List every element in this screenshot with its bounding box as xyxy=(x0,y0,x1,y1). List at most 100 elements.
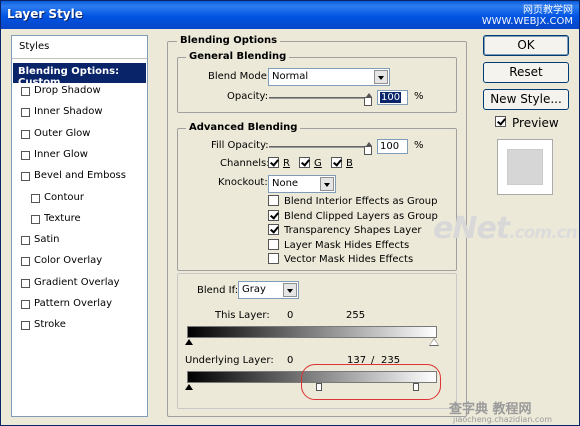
reset-button[interactable]: Reset xyxy=(483,62,569,83)
opacity-slider-thumb[interactable] xyxy=(364,93,372,106)
style-preview-thumbnail xyxy=(497,139,553,195)
sidebar-item-checkbox[interactable] xyxy=(21,108,30,118)
sidebar-item-checkbox[interactable] xyxy=(21,172,30,182)
sidebar-item-checkbox[interactable] xyxy=(21,150,30,160)
preview-label: Preview xyxy=(512,116,559,130)
sidebar-item-pattern-overlay[interactable]: Pattern Overlay xyxy=(12,297,147,317)
advanced-option-checkbox[interactable] xyxy=(268,209,279,221)
advanced-option-label: Layer Mask Hides Effects xyxy=(284,239,410,251)
styles-header[interactable]: Styles xyxy=(12,36,147,59)
sidebar-item-label: Stroke xyxy=(34,319,66,331)
channels-label: Channels: xyxy=(220,158,270,169)
highlight-circle xyxy=(301,364,441,400)
sidebar-item-satin[interactable]: Satin xyxy=(12,233,147,253)
sidebar-item-checkbox[interactable] xyxy=(21,87,30,96)
opacity-input[interactable]: 100 xyxy=(377,90,408,105)
sidebar-item-label: Texture xyxy=(44,212,81,224)
advanced-option-checkbox[interactable] xyxy=(268,238,279,250)
fill-opacity-slider-track[interactable] xyxy=(269,146,369,148)
sidebar-item-checkbox[interactable] xyxy=(21,129,30,139)
chevron-down-icon xyxy=(374,70,388,84)
advanced-option-checkbox[interactable] xyxy=(268,224,279,235)
sidebar-item-texture[interactable]: Texture xyxy=(12,212,147,232)
blend-mode-label: Blend Mode: xyxy=(208,71,271,82)
sidebar-item-gradient-overlay[interactable]: Gradient Overlay xyxy=(12,276,147,296)
advanced-option-checkbox[interactable] xyxy=(268,195,279,206)
sidebar-item-inner-glow[interactable]: Inner Glow xyxy=(12,148,147,168)
sidebar-item-checkbox[interactable] xyxy=(21,236,30,246)
enet-main-text: eNet xyxy=(433,211,510,246)
sidebar-item-bevel-and-emboss[interactable]: Bevel and Emboss xyxy=(12,169,147,189)
advanced-option-checkbox[interactable] xyxy=(268,253,279,264)
layer-style-dialog: Layer Style 网页教学网 WWW.WEBJX.COM Styles B… xyxy=(0,0,580,426)
this-layer-gradient-bar xyxy=(187,326,437,338)
sidebar-item-label: Drop Shadow xyxy=(34,85,101,96)
this-layer-label: This Layer: xyxy=(215,310,270,321)
sidebar-item-checkbox[interactable] xyxy=(21,257,30,267)
blending-options-title: Blending Options xyxy=(177,35,281,46)
watermark-line-1: 网页教学网 xyxy=(523,5,573,16)
sidebar-item-label: Inner Glow xyxy=(34,148,88,160)
channel-g-checkbox[interactable] xyxy=(299,157,310,168)
channel-g-label: G xyxy=(314,158,322,169)
sidebar-item-label: Pattern Overlay xyxy=(34,298,113,309)
sidebar-item-blending-options[interactable]: Blending Options: Custom xyxy=(13,63,146,88)
opacity-label: Opacity: xyxy=(227,91,269,102)
new-style-button[interactable]: New Style... xyxy=(483,89,569,110)
advanced-option-label: Blend Clipped Layers as Group xyxy=(284,210,438,222)
fill-opacity-value: 100 xyxy=(380,141,400,152)
sidebar-item-contour[interactable]: Contour xyxy=(12,191,147,211)
opacity-slider-track[interactable] xyxy=(269,97,369,99)
fill-opacity-input[interactable]: 100 xyxy=(377,139,408,154)
fill-opacity-slider-thumb[interactable] xyxy=(364,142,372,155)
sidebar-item-color-overlay[interactable]: Color Overlay xyxy=(12,254,147,274)
advanced-blending-title: Advanced Blending xyxy=(186,122,301,133)
channel-r-label: R xyxy=(283,158,290,169)
enet-watermark: eNet.com.cn xyxy=(433,211,578,246)
watermark-line-2: WWW.WEBJX.COM xyxy=(481,16,573,27)
sidebar-item-outer-glow[interactable]: Outer Glow xyxy=(12,127,147,147)
enet-domain-text: .com.cn xyxy=(509,223,578,243)
advanced-option-label: Transparency Shapes Layer xyxy=(284,225,422,236)
blend-if-select[interactable]: Gray xyxy=(238,281,299,299)
chevron-down-icon xyxy=(283,283,297,297)
advanced-option-label: Vector Mask Hides Effects xyxy=(284,254,414,265)
advanced-option-label: Blend Interior Effects as Group xyxy=(284,196,438,207)
sidebar-item-checkbox[interactable] xyxy=(21,278,30,288)
channel-b-label: B xyxy=(346,158,353,169)
knockout-label: Knockout: xyxy=(218,177,268,188)
underlying-layer-label: Underlying Layer: xyxy=(185,355,274,366)
this-layer-black-slider[interactable] xyxy=(185,339,193,346)
this-layer-white-slider[interactable] xyxy=(429,338,439,346)
general-blending-title: General Blending xyxy=(186,51,290,62)
knockout-value: None xyxy=(272,178,299,189)
preview-checkbox[interactable] xyxy=(495,116,506,127)
window-title: Layer Style xyxy=(7,7,83,21)
sidebar-item-label: Satin xyxy=(34,234,60,246)
sidebar-item-drop-shadow[interactable]: Drop Shadow xyxy=(12,84,147,104)
channel-r-checkbox[interactable] xyxy=(268,157,279,168)
this-layer-low-value: 0 xyxy=(287,310,294,321)
channel-b-checkbox[interactable] xyxy=(331,157,342,168)
blend-if-value: Gray xyxy=(242,284,266,295)
sidebar-item-label: Bevel and Emboss xyxy=(34,170,126,182)
sidebar-item-label: Color Overlay xyxy=(34,255,103,267)
underlying-black-slider[interactable] xyxy=(185,384,193,391)
blend-mode-value: Normal xyxy=(272,71,309,82)
knockout-select[interactable]: None xyxy=(268,175,336,193)
blend-mode-select[interactable]: Normal xyxy=(268,68,390,86)
sidebar-item-stroke[interactable]: Stroke xyxy=(12,318,147,338)
this-layer-high-value: 255 xyxy=(346,310,366,321)
sidebar-item-checkbox[interactable] xyxy=(21,321,30,331)
sidebar-item-inner-shadow[interactable]: Inner Shadow xyxy=(12,105,147,125)
sidebar-item-checkbox[interactable] xyxy=(31,214,40,224)
title-bar: Layer Style 网页教学网 WWW.WEBJX.COM xyxy=(1,1,579,29)
sidebar-item-checkbox[interactable] xyxy=(31,193,40,203)
opacity-value: 100 xyxy=(380,92,402,103)
blend-if-label: Blend If: xyxy=(197,285,239,296)
ok-button[interactable]: OK xyxy=(483,35,569,56)
sidebar-item-checkbox[interactable] xyxy=(21,300,30,309)
site-watermark: 网页教学网 WWW.WEBJX.COM xyxy=(482,5,573,27)
chevron-down-icon xyxy=(320,177,334,191)
sidebar-item-label: Contour xyxy=(44,191,84,203)
